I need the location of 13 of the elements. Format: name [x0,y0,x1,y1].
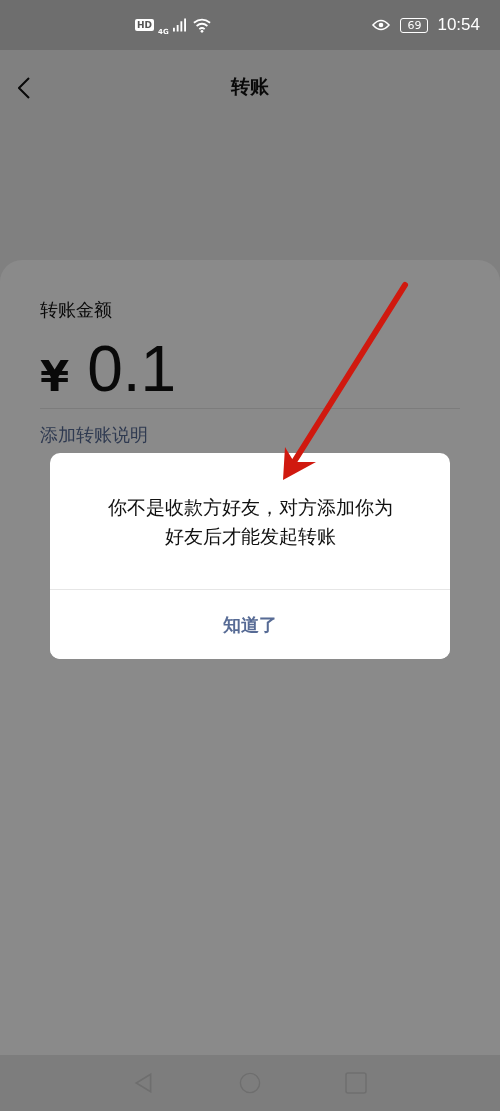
signal-icon [172,18,186,32]
wifi-icon [192,17,211,33]
hd-badge: HD [135,19,154,31]
clock-time: 10:54 [437,15,480,35]
eye-icon [372,19,391,31]
ok-button[interactable]: 知道了 [50,589,450,659]
amount-field[interactable]: ¥ 0.1 [40,332,460,404]
back-icon[interactable] [18,77,30,99]
add-note-link[interactable]: 添加转账说明 [40,423,148,447]
amount-label: 转账金额 [40,298,113,322]
page-title: 转账 [231,74,269,99]
battery-icon: 69 [400,17,429,33]
dialog-message: 你不是收款方好友，对方添加你为好友后才能发起转账 [106,495,394,549]
